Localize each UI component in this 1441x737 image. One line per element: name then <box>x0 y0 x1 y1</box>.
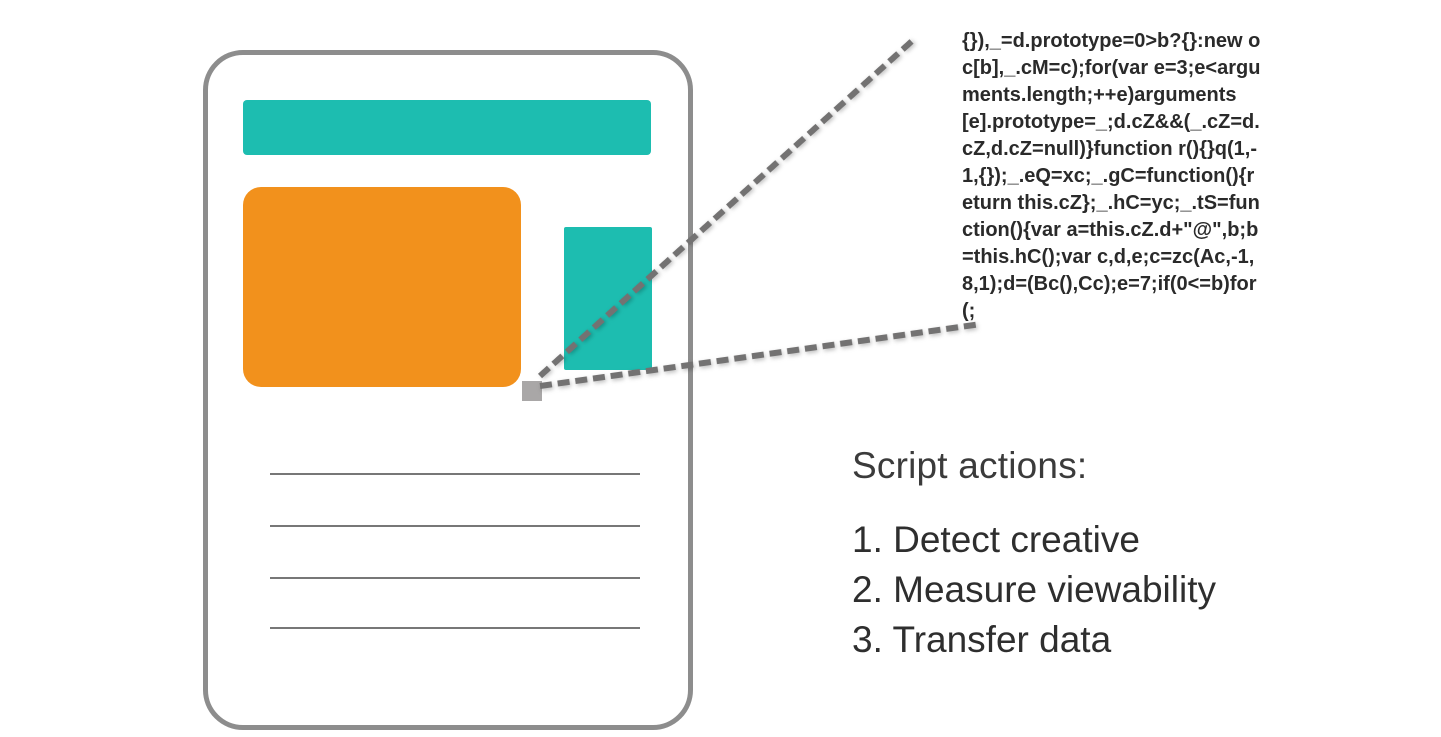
phone-mockup <box>203 50 693 730</box>
teal-side-ad <box>564 227 652 370</box>
action-item: 2. Measure viewability <box>852 565 1412 615</box>
text-line <box>270 525 640 527</box>
text-line <box>270 627 640 629</box>
action-item: 3. Transfer data <box>852 615 1412 665</box>
orange-creative <box>243 187 521 387</box>
top-banner <box>243 100 651 155</box>
actions-title: Script actions: <box>852 445 1412 487</box>
action-item: 1. Detect creative <box>852 515 1412 565</box>
script-code-block: {}),_=d.prototype=0>b?{}:new oc[b],_.cM=… <box>962 28 1262 325</box>
text-line <box>270 577 640 579</box>
text-line <box>270 473 640 475</box>
script-actions-section: Script actions: 1. Detect creative 2. Me… <box>852 445 1412 665</box>
actions-list: 1. Detect creative 2. Measure viewabilit… <box>852 515 1412 665</box>
